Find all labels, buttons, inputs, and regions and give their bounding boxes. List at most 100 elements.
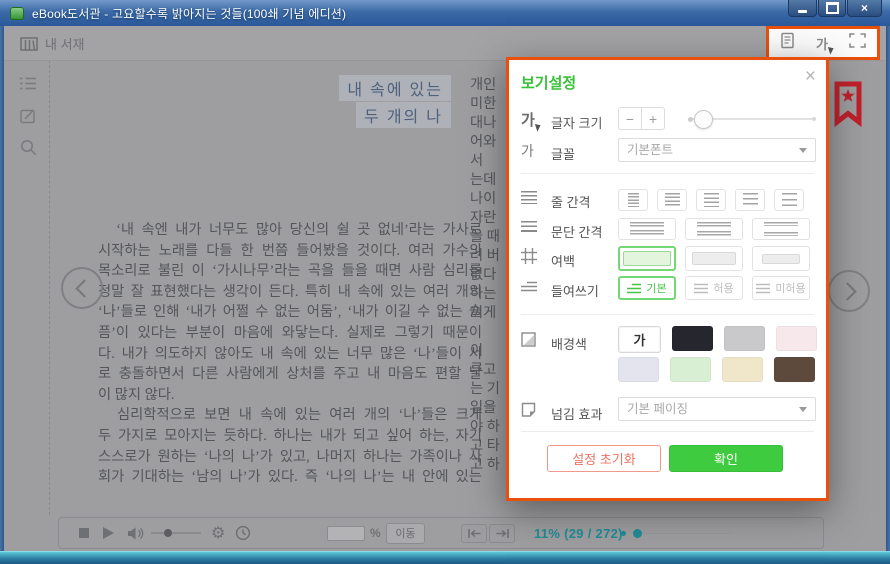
fullscreen-icon xyxy=(849,33,866,48)
paragraph-spacing-options xyxy=(618,218,810,240)
reading-progress-text: 11% (29 / 272) xyxy=(534,518,623,548)
my-library-button[interactable]: 내 서재 xyxy=(20,34,85,53)
fullscreen-button[interactable] xyxy=(849,33,866,53)
tts-settings-button[interactable]: ⚙ xyxy=(211,518,225,548)
page-view-mode-button[interactable] xyxy=(780,32,795,54)
maximize-icon xyxy=(826,2,839,14)
font-size-increase-button[interactable]: + xyxy=(642,108,664,129)
progress-line xyxy=(643,533,729,535)
bookmark-ribbon-icon[interactable] xyxy=(832,80,864,133)
close-panel-icon[interactable]: × xyxy=(805,66,816,88)
indent-option-disallow[interactable]: 미허용 xyxy=(752,276,810,300)
font-size-slider[interactable] xyxy=(689,118,815,120)
margin-option-1-selected[interactable] xyxy=(618,246,676,271)
bg-color-swatch[interactable] xyxy=(618,357,659,382)
window-title: eBook도서관 - 고요할수록 밝아지는 것들(100쇄 기념 에디션) xyxy=(32,5,346,22)
line-spacing-option-2[interactable] xyxy=(657,189,687,211)
paragraph-spacing-label: 문단 간격 xyxy=(551,222,602,241)
footer-toolbar: ⚙ % 이동 11% (29 / 272) xyxy=(58,517,824,549)
document-icon xyxy=(780,32,795,49)
line-spacing-option-1[interactable] xyxy=(618,189,648,211)
indent-option-default-selected[interactable]: 기본 xyxy=(618,276,676,300)
reset-settings-button[interactable]: 설정 초기화 xyxy=(547,445,661,472)
search-button[interactable] xyxy=(20,139,37,161)
reading-timer-button[interactable] xyxy=(235,518,251,548)
font-size-icon: 가 xyxy=(521,109,535,130)
bg-color-swatch[interactable] xyxy=(774,357,815,382)
line-spacing-option-5[interactable] xyxy=(774,189,804,211)
clock-icon xyxy=(235,525,251,541)
line-spacing-label: 줄 간격 xyxy=(551,192,591,211)
book-text-line: 심리학적으로 보면 내 속에 있는 여러 개의 ‘나’들은 크게 xyxy=(98,405,482,426)
progress-track xyxy=(621,527,733,539)
play-icon xyxy=(103,527,114,539)
background-color-swatches: 가 xyxy=(618,326,826,382)
tts-volume-button[interactable] xyxy=(127,518,144,548)
next-page-button[interactable] xyxy=(828,270,870,312)
book-text-line: 두 가지로 모아지는 듯하다. 하나는 내가 되고 싶어 하는, 자기 xyxy=(98,426,482,447)
jump-to-end-button[interactable] xyxy=(489,518,515,548)
chapter-title-line: 두 개의 나 xyxy=(356,102,451,128)
line-spacing-option-3[interactable] xyxy=(696,189,726,211)
go-button[interactable]: 이동 xyxy=(386,518,425,548)
paragraph-spacing-option-2[interactable] xyxy=(685,218,743,240)
bg-color-swatch[interactable] xyxy=(672,326,713,351)
confirm-button[interactable]: 확인 xyxy=(669,445,783,472)
stop-button[interactable] xyxy=(79,518,89,548)
bg-color-swatch[interactable] xyxy=(722,357,763,382)
indent-label: 들여쓰기 xyxy=(551,281,599,300)
book-text-line: ‘내 속엔 내가 너무도 많아 당신의 쉴 곳 없네’라는 가사로 xyxy=(98,220,482,241)
volume-slider[interactable] xyxy=(151,518,201,548)
indent-option-allow[interactable]: 허용 xyxy=(685,276,743,300)
book-text-line: 목소리로 불린 이 ‘가시나무’라는 곡을 들을 때면 사람 심리를 xyxy=(98,261,482,282)
volume-thumb[interactable] xyxy=(164,529,172,537)
font-size-decrease-button[interactable]: − xyxy=(619,108,642,129)
stop-icon xyxy=(79,528,89,538)
close-window-button[interactable]: × xyxy=(847,0,882,17)
left-page-text: ‘내 속엔 내가 너무도 많아 당신의 쉴 곳 없네’라는 가사로시작하는 노래… xyxy=(98,220,482,488)
paragraph-spacing-option-3[interactable] xyxy=(752,218,810,240)
panel-title: 보기설정 xyxy=(521,72,576,93)
bg-color-swatch[interactable]: 가 xyxy=(618,326,661,353)
page-transition-label: 넘김 효과 xyxy=(551,404,602,423)
view-settings-button[interactable]: 가 xyxy=(816,34,828,53)
book-text-line: 정말 잘 표현했다는 생각이 든다. 특히 내 속에 있는 여러 개의 xyxy=(98,282,482,303)
prev-page-button[interactable] xyxy=(61,267,103,309)
window-frame-left xyxy=(0,26,4,552)
page-transition-dropdown[interactable]: 기본 페이징 xyxy=(618,397,816,421)
chevron-right-icon xyxy=(838,282,856,300)
font-size-stepper: − + xyxy=(618,107,665,130)
my-library-label: 내 서재 xyxy=(45,34,85,53)
paragraph-spacing-option-1[interactable] xyxy=(618,218,676,240)
progress-slider[interactable] xyxy=(621,518,733,548)
background-color-label: 배경색 xyxy=(551,334,587,353)
minimize-button[interactable] xyxy=(788,0,817,17)
paragraph-spacing-icon xyxy=(521,221,537,232)
chapter-title-line: 내 속에 있는 xyxy=(339,75,451,101)
book-text-line: 다. 내가 의도하지 않아도 내 속에 있는 너무 많은 ‘나’들이 서 xyxy=(98,344,482,365)
margin-label: 여백 xyxy=(551,251,575,270)
book-text-line: ‘나’들로 인해 ‘내가 어쩔 수 없는 어둠’, ‘내가 이길 수 없는 슬 xyxy=(98,302,482,323)
indent-default-icon xyxy=(627,283,641,294)
progress-thumb[interactable] xyxy=(633,529,642,538)
margin-option-3[interactable] xyxy=(752,246,810,271)
maximize-button[interactable] xyxy=(818,0,846,17)
page-transition-value: 기본 페이징 xyxy=(627,402,688,416)
line-spacing-option-4[interactable] xyxy=(735,189,765,211)
bg-color-swatch[interactable] xyxy=(670,357,711,382)
font-size-slider-thumb[interactable] xyxy=(694,110,713,129)
percent-sign: % xyxy=(370,518,381,548)
toc-button[interactable] xyxy=(20,77,36,95)
percent-jump-field[interactable] xyxy=(327,518,365,548)
book-text-line: 픔’이 있다는 부분이 마음에 와닿는다. 실제로 그렇기 때문이 xyxy=(98,323,482,344)
jump-to-start-button[interactable] xyxy=(461,518,487,548)
bg-color-swatch[interactable] xyxy=(724,326,765,351)
memo-button[interactable] xyxy=(20,108,37,129)
app-header: 내 서재 xyxy=(4,26,886,61)
margin-option-2[interactable] xyxy=(685,246,743,271)
window-titlebar: eBook도서관 - 고요할수록 밝아지는 것들(100쇄 기념 에디션) × xyxy=(0,0,890,26)
play-button[interactable] xyxy=(103,518,114,548)
percent-input[interactable] xyxy=(327,526,365,541)
bg-color-swatch[interactable] xyxy=(776,326,817,351)
font-family-dropdown[interactable]: 기본폰트 xyxy=(618,138,816,162)
